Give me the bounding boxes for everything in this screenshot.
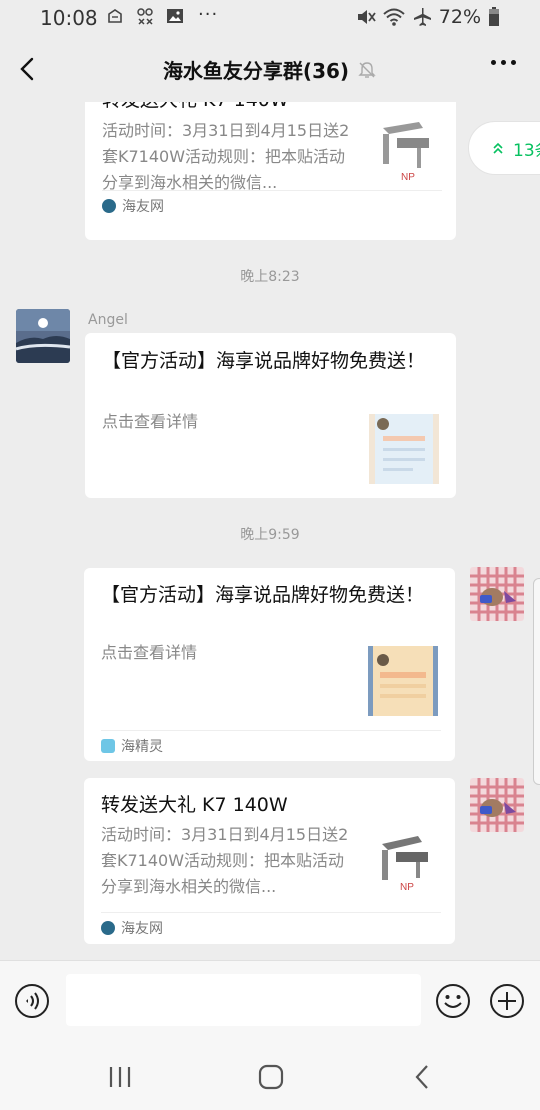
source-logo-icon xyxy=(101,921,115,935)
new-messages-pill[interactable]: 13条 xyxy=(468,121,540,175)
avatar[interactable] xyxy=(470,567,524,621)
message-input[interactable] xyxy=(66,974,421,1026)
card-thumbnail: NP xyxy=(374,822,444,892)
timestamp: 晚上9:59 xyxy=(240,527,300,543)
new-messages-count: 13条 xyxy=(513,140,540,161)
card-thumbnail xyxy=(368,646,438,716)
source-logo-icon xyxy=(102,199,116,213)
status-time: 10:08 xyxy=(40,6,98,30)
status-bar: 10:08 ··· 72% xyxy=(0,0,540,36)
notification-icons xyxy=(106,7,184,25)
system-indicators: 72% xyxy=(356,6,500,28)
avatar[interactable] xyxy=(470,778,524,832)
chat-title-container: 海水鱼友分享群(36) xyxy=(0,55,540,84)
more-icon[interactable] xyxy=(491,60,516,65)
card-thumbnail xyxy=(369,414,439,484)
svg-text:NP: NP xyxy=(401,172,415,183)
notification-app-icon-2 xyxy=(137,8,153,25)
card-title: 转发送大礼 K7 140W xyxy=(101,794,288,816)
mute-icon xyxy=(357,10,376,24)
wifi-icon xyxy=(383,8,405,26)
card-description: 点击查看详情 xyxy=(102,412,199,431)
card-source: 海精灵 xyxy=(101,730,441,761)
card-description: 活动时间：3月31日到4月15日送2套K7140W活动规则：把本贴活动分享到海水… xyxy=(101,825,349,896)
card-source-name: 海友网 xyxy=(121,921,163,937)
message-list[interactable]: 转发送大礼 K7 140W 活动时间：3月31日到4月15日送2套K7140W活… xyxy=(0,102,540,960)
message-link-card[interactable]: 【官方活动】海享说品牌好物免费送！ 点击查看详情 海精灵 xyxy=(84,568,455,761)
mute-bell-icon xyxy=(358,61,376,78)
voice-icon[interactable] xyxy=(14,983,50,1019)
home-icon[interactable] xyxy=(256,1062,286,1092)
card-source: 海友网 xyxy=(102,190,442,221)
card-title: 转发送大礼 K7 140W xyxy=(85,102,306,114)
card-description: 活动时间：3月31日到4月15日送2套K7140W活动规则：把本贴活动分享到海水… xyxy=(102,121,350,192)
plus-icon[interactable] xyxy=(489,983,525,1019)
chat-title: 海水鱼友分享群(36) xyxy=(162,59,350,83)
message-link-card[interactable]: 转发送大礼 K7 140W 活动时间：3月31日到4月15日送2套K7140W活… xyxy=(85,102,456,240)
card-source-name: 海精灵 xyxy=(121,739,163,755)
chat-header: 海水鱼友分享群(36) xyxy=(0,36,540,102)
emoji-icon[interactable] xyxy=(435,983,471,1019)
message-link-card[interactable]: 转发送大礼 K7 140W 活动时间：3月31日到4月15日送2套K7140W活… xyxy=(84,778,455,944)
card-thumbnail: NP xyxy=(375,118,445,188)
image-icon xyxy=(167,9,183,23)
battery-percent: 72% xyxy=(438,6,481,28)
svg-text:NP: NP xyxy=(400,882,414,892)
airplane-icon xyxy=(413,8,431,26)
input-bar xyxy=(0,960,540,1043)
avatar[interactable] xyxy=(16,309,70,363)
card-description: 点击查看详情 xyxy=(101,643,198,662)
recent-apps-icon[interactable] xyxy=(105,1062,135,1092)
scroll-indicator[interactable] xyxy=(533,578,540,785)
notification-app-icon xyxy=(108,9,122,23)
card-title: 【官方活动】海享说品牌好物免费送！ xyxy=(101,584,425,606)
sender-name: Angel xyxy=(88,312,128,328)
more-notifications: ··· xyxy=(198,4,219,25)
card-source: 海友网 xyxy=(101,912,441,943)
double-up-arrow-icon xyxy=(493,142,503,154)
battery-icon xyxy=(489,7,499,26)
source-logo-icon xyxy=(101,739,115,753)
system-navigation-bar xyxy=(0,1042,540,1110)
android-back-icon[interactable] xyxy=(408,1062,438,1092)
card-source-name: 海友网 xyxy=(122,199,164,215)
timestamp: 晚上8:23 xyxy=(240,269,300,285)
message-link-card[interactable]: 【官方活动】海享说品牌好物免费送！ 点击查看详情 xyxy=(85,333,456,498)
card-title: 【官方活动】海享说品牌好物免费送！ xyxy=(102,350,426,372)
